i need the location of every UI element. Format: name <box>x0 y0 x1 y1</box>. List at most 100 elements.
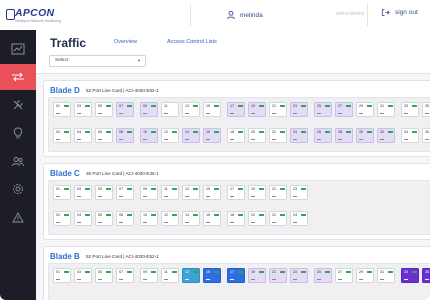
port-indicator <box>404 279 408 280</box>
port-tile[interactable]: 07 <box>116 185 134 200</box>
port-tile[interactable]: 10 <box>140 128 158 143</box>
port-tile[interactable]: 35 <box>422 268 430 283</box>
port-tile[interactable]: 11 <box>161 268 179 283</box>
port-tile[interactable]: 22 <box>269 211 287 226</box>
port-tile[interactable]: 16 <box>203 128 221 143</box>
tab-access-control-lists[interactable]: Access Control Lists <box>167 39 217 45</box>
port-tile[interactable]: 34 <box>401 128 419 143</box>
port-tile[interactable]: 06 <box>95 128 113 143</box>
port-tile[interactable]: 12 <box>161 211 179 226</box>
port-tile[interactable]: 21 <box>269 268 287 283</box>
port-tile[interactable]: 29 <box>356 268 374 283</box>
port-tile[interactable]: 15 <box>203 102 221 117</box>
port-tile[interactable]: 11 <box>161 102 179 117</box>
tab-overview[interactable]: Overview <box>114 39 137 45</box>
port-tile[interactable]: 35 <box>422 102 430 117</box>
port-tile[interactable]: 19 <box>248 102 266 117</box>
port-tile[interactable]: 19 <box>248 268 266 283</box>
port-tile[interactable]: 15 <box>203 268 221 283</box>
port-tile[interactable]: 13 <box>182 102 200 117</box>
sidebar-item-dashboard[interactable] <box>0 36 36 62</box>
port-tile[interactable]: 05 <box>95 268 113 283</box>
sidebar-item-alerts[interactable] <box>0 204 36 230</box>
port-tile[interactable]: 29 <box>356 102 374 117</box>
port-indicator <box>185 222 189 223</box>
sidebar-item-tools[interactable] <box>0 92 36 118</box>
port-tile[interactable]: 11 <box>161 185 179 200</box>
port-tile[interactable]: 24 <box>290 128 308 143</box>
port-tile[interactable]: 16 <box>203 211 221 226</box>
port-tile[interactable]: 27 <box>335 102 353 117</box>
port-tile[interactable]: 23 <box>290 102 308 117</box>
port-tile[interactable]: 25 <box>314 102 332 117</box>
port-tile[interactable]: 32 <box>377 128 395 143</box>
port-number: 13 <box>185 270 190 274</box>
port-tile[interactable]: 33 <box>401 268 419 283</box>
port-tile[interactable]: 10 <box>140 211 158 226</box>
port-tile[interactable]: 02 <box>53 128 71 143</box>
sidebar-item-traffic[interactable] <box>0 64 36 90</box>
port-tile[interactable]: 02 <box>53 211 71 226</box>
port-tile[interactable]: 15 <box>203 185 221 200</box>
port-tile[interactable]: 24 <box>290 211 308 226</box>
port-tile[interactable]: 33 <box>401 102 419 117</box>
port-tile[interactable]: 01 <box>53 102 71 117</box>
port-tile[interactable]: 13 <box>182 268 200 283</box>
sidebar-item-insights[interactable] <box>0 120 36 146</box>
port-tile[interactable]: 05 <box>95 102 113 117</box>
port-tile[interactable]: 18 <box>227 211 245 226</box>
port-tile[interactable]: 30 <box>356 128 374 143</box>
port-tile[interactable]: 31 <box>377 268 395 283</box>
port-indicator <box>119 279 123 280</box>
port-tile[interactable]: 17 <box>227 268 245 283</box>
port-number: 03 <box>77 270 82 274</box>
port-tile[interactable]: 25 <box>314 268 332 283</box>
port-tile[interactable]: 28 <box>335 128 353 143</box>
port-tile[interactable]: 09 <box>140 102 158 117</box>
port-tile[interactable]: 23 <box>290 185 308 200</box>
port-tile[interactable]: 36 <box>422 128 430 143</box>
port-tile[interactable]: 14 <box>182 128 200 143</box>
sidebar-item-users[interactable] <box>0 148 36 174</box>
sidebar-item-settings[interactable] <box>0 176 36 202</box>
port-tile[interactable]: 20 <box>248 128 266 143</box>
port-tile[interactable]: 22 <box>269 128 287 143</box>
port-tile[interactable]: 05 <box>95 185 113 200</box>
port-tile[interactable]: 07 <box>116 102 134 117</box>
blade-select[interactable]: Select ▾ <box>49 55 146 67</box>
port-tile[interactable]: 03 <box>74 102 92 117</box>
port-tile[interactable]: 06 <box>95 211 113 226</box>
link-status-led <box>105 131 111 134</box>
port-tile[interactable]: 31 <box>377 102 395 117</box>
user-menu[interactable]: melinda <box>226 8 263 22</box>
port-tile[interactable]: 04 <box>74 128 92 143</box>
blade-panel: Blade D 52 Port Line Card | ACI-4030-E52-… <box>43 80 430 157</box>
port-tile[interactable]: 19 <box>248 185 266 200</box>
port-tile[interactable]: 13 <box>182 185 200 200</box>
port-tile[interactable]: 14 <box>182 211 200 226</box>
port-tile[interactable]: 07 <box>116 268 134 283</box>
port-tile[interactable]: 21 <box>269 185 287 200</box>
port-tile[interactable]: 08 <box>116 128 134 143</box>
port-tile[interactable]: 21 <box>269 102 287 117</box>
port-tile[interactable]: 23 <box>290 268 308 283</box>
port-indicator <box>293 139 297 140</box>
port-tile[interactable]: 18 <box>227 128 245 143</box>
sign-out-button[interactable]: sign out <box>381 8 418 17</box>
port-tile[interactable]: 01 <box>53 268 71 283</box>
port-tile[interactable]: 20 <box>248 211 266 226</box>
brand-logo[interactable]: APCON Intelligent Network Monitoring <box>6 7 62 26</box>
port-tile[interactable]: 09 <box>140 185 158 200</box>
port-tile[interactable]: 17 <box>227 185 245 200</box>
port-tile[interactable]: 04 <box>74 211 92 226</box>
port-tile[interactable]: 26 <box>314 128 332 143</box>
port-tile[interactable]: 03 <box>74 268 92 283</box>
port-tile[interactable]: 12 <box>161 128 179 143</box>
port-tile[interactable]: 03 <box>74 185 92 200</box>
port-tile[interactable]: 09 <box>140 268 158 283</box>
port-tile[interactable]: 17 <box>227 102 245 117</box>
port-tile[interactable]: 01 <box>53 185 71 200</box>
port-tile[interactable]: 27 <box>335 268 353 283</box>
port-tile[interactable]: 08 <box>116 211 134 226</box>
port-number: 34 <box>404 130 409 134</box>
